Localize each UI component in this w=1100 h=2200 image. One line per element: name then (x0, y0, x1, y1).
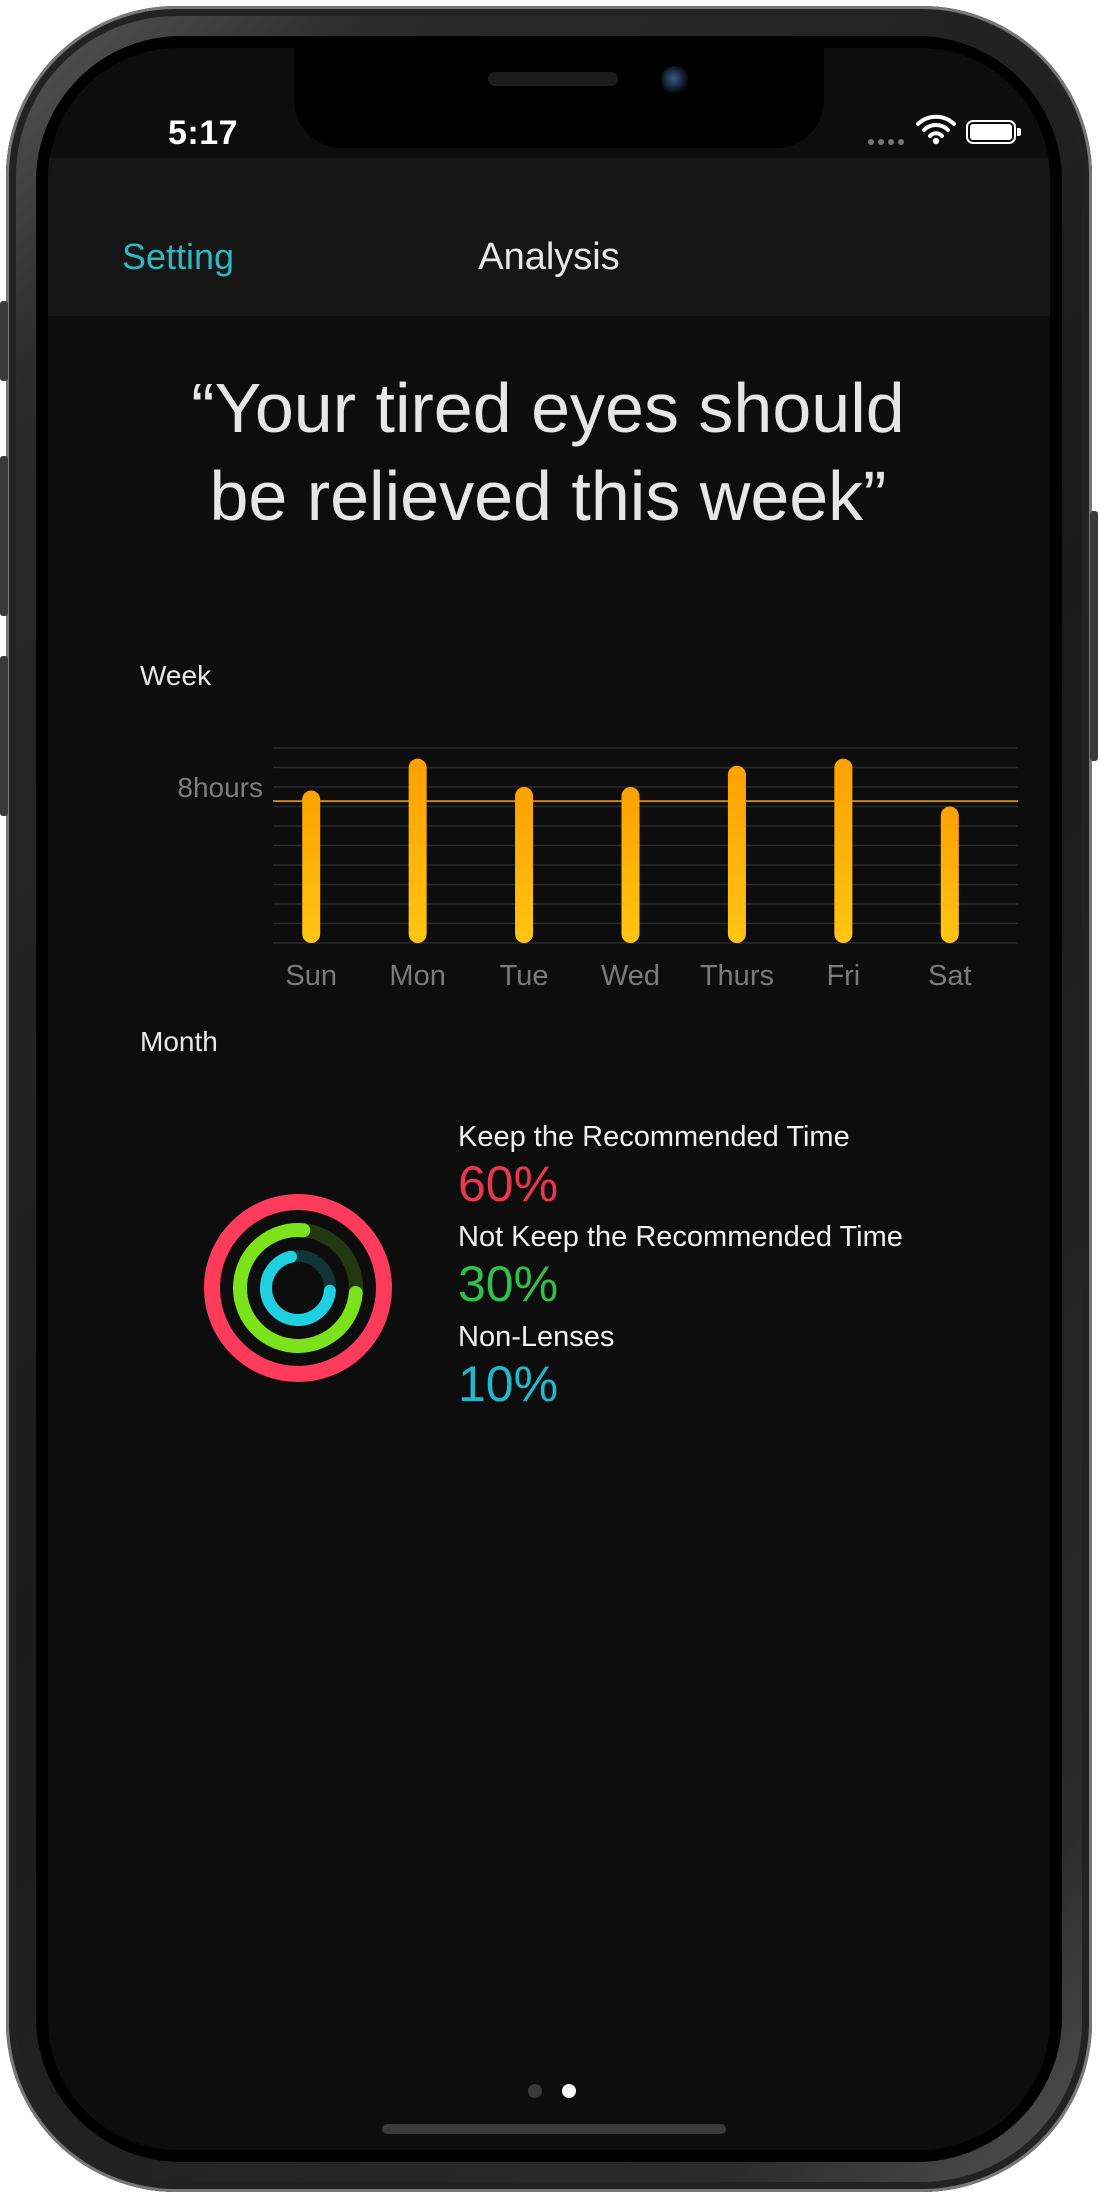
power-button (1090, 511, 1098, 761)
wifi-icon (916, 114, 956, 145)
reference-line-label: 8hours (177, 772, 263, 803)
battery-icon (966, 120, 1021, 144)
bar-mon (408, 758, 427, 943)
bar-thurs (727, 765, 746, 943)
month-section-label: Month (140, 1026, 218, 1057)
legend-percent: 30% (458, 1256, 559, 1312)
day-label-fri: Fri (826, 960, 860, 992)
home-indicator[interactable] (382, 2124, 726, 2134)
quote-text: “Your tired eyes should be relieved this… (108, 364, 988, 540)
week-bar-chart: 8hours Sun Mon Tue Wed Thurs Fri Sat (177, 747, 1018, 992)
day-label-sat: Sat (928, 960, 972, 992)
status-indicators (868, 112, 1048, 152)
quote-line-2: be relieved this week” (209, 457, 887, 535)
page-indicator[interactable] (528, 2084, 596, 2103)
signal-icon (868, 132, 908, 150)
month-legend: Keep the Recommended Time 60% Not Keep t… (458, 1120, 903, 1420)
bar-tue (515, 787, 534, 943)
legend-percent: 60% (458, 1156, 559, 1212)
speaker-grille (488, 72, 618, 86)
page-dot[interactable] (562, 2084, 576, 2098)
navigation-bar: Analysis Setting (48, 158, 1050, 316)
page-dot[interactable] (528, 2084, 542, 2098)
day-label-tue: Tue (500, 960, 549, 992)
setting-button[interactable]: Setting (122, 236, 234, 278)
silent-switch (0, 301, 8, 381)
status-time: 5:17 (168, 114, 239, 152)
legend-percent: 10% (458, 1356, 559, 1412)
bar-sun (302, 790, 321, 943)
legend-item-non-lenses: Non-Lenses 10% (458, 1320, 903, 1414)
quote-line-1: “Your tired eyes should (191, 369, 905, 447)
legend-item-keep: Keep the Recommended Time 60% (458, 1120, 903, 1214)
volume-up-button (0, 456, 8, 616)
phone-frame: 5:17 Analysis Setting “Your tired eyes s… (0, 6, 1098, 2192)
bar-sat (940, 806, 959, 943)
bar-fri (834, 758, 853, 943)
legend-item-not-keep: Not Keep the Recommended Time 30% (458, 1220, 903, 1314)
screen: 5:17 Analysis Setting “Your tired eyes s… (48, 48, 1050, 2150)
notch (294, 48, 824, 148)
day-label-mon: Mon (389, 960, 445, 992)
legend-name: Not Keep the Recommended Time (458, 1221, 903, 1253)
front-camera-icon (661, 66, 689, 94)
bar-wed (621, 787, 640, 943)
volume-down-button (0, 656, 8, 816)
legend-name: Keep the Recommended Time (458, 1121, 850, 1153)
day-label-thurs: Thurs (700, 960, 774, 992)
legend-name: Non-Lenses (458, 1321, 615, 1353)
month-activity-rings (204, 1194, 392, 1382)
day-label-wed: Wed (601, 960, 660, 992)
day-label-sun: Sun (285, 960, 337, 992)
